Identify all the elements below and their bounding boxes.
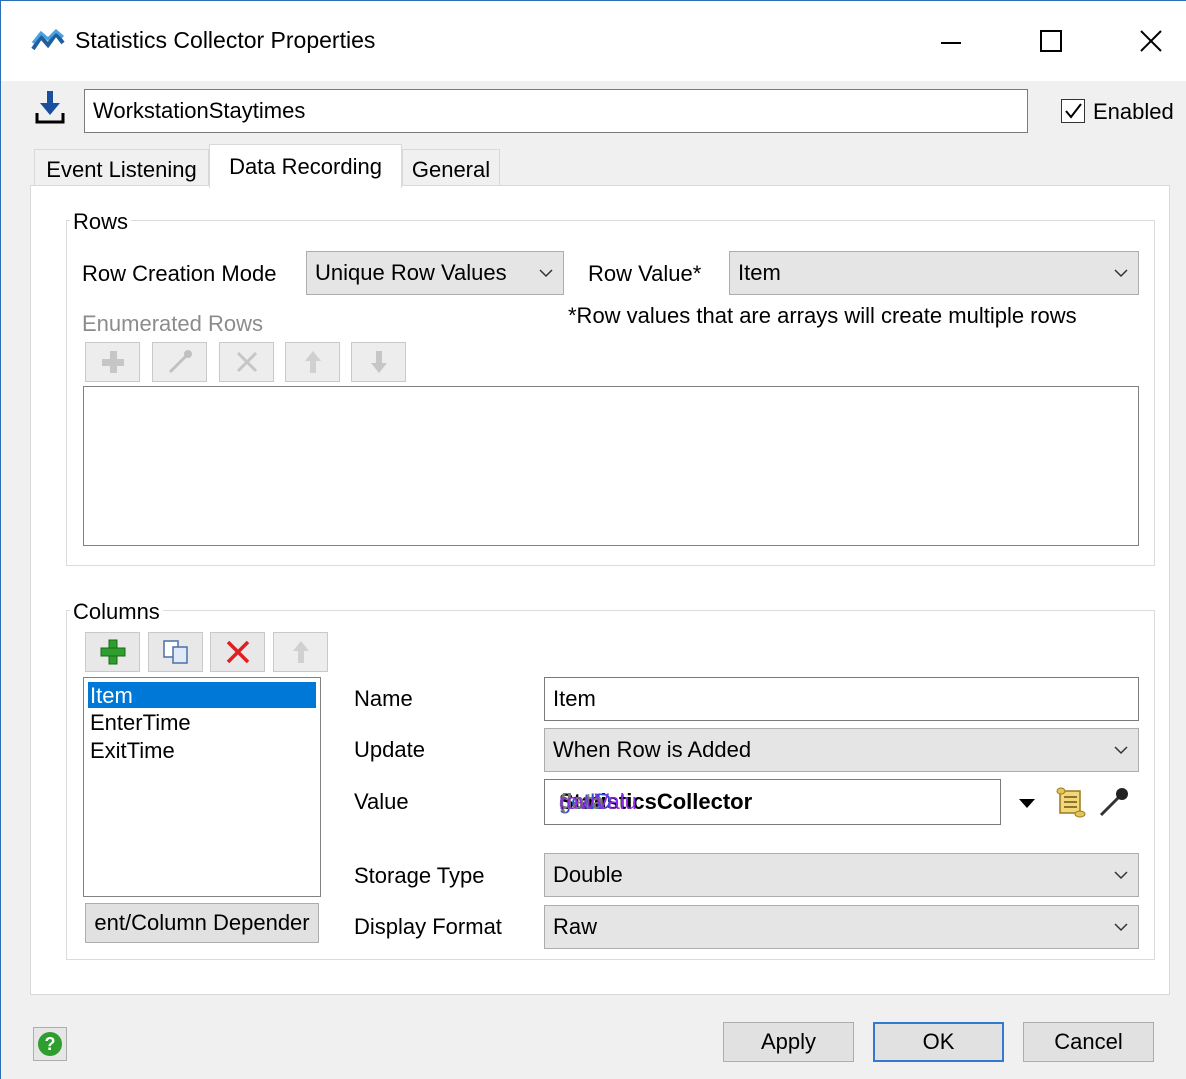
storage-type-select[interactable]: Double	[544, 853, 1139, 897]
chevron-down-icon	[1114, 871, 1128, 880]
eyedropper-icon	[168, 350, 192, 374]
maximize-icon	[1040, 30, 1062, 52]
row-creation-mode-value: Unique Row Values	[315, 260, 507, 285]
collector-download-icon	[35, 91, 65, 124]
update-select[interactable]: When Row is Added	[544, 728, 1139, 772]
maximize-button[interactable]	[1021, 19, 1081, 63]
add-row-button[interactable]	[85, 342, 140, 382]
row-value-value: Item	[738, 260, 781, 285]
eyedropper-icon[interactable]	[1097, 785, 1131, 819]
duplicate-column-button[interactable]	[148, 632, 203, 672]
column-dependencies-button[interactable]: ent/Column Depender	[85, 903, 319, 943]
move-row-up-button[interactable]	[285, 342, 340, 382]
chevron-down-icon	[1114, 923, 1128, 932]
display-format-select[interactable]: Raw	[544, 905, 1139, 949]
svg-text:?: ?	[45, 1034, 56, 1054]
enabled-label[interactable]: Enabled	[1093, 99, 1174, 125]
help-button[interactable]: ?	[33, 1027, 67, 1061]
plus-icon	[101, 351, 124, 373]
row-creation-mode-label: Row Creation Mode	[82, 261, 277, 286]
close-icon	[226, 640, 249, 664]
columns-list[interactable]: Item EnterTime ExitTime	[83, 677, 321, 897]
name-label: Name	[354, 686, 413, 711]
window-title: Statistics Collector Properties	[75, 27, 376, 53]
tab-general-label: General	[411, 156, 491, 182]
ok-button[interactable]: OK	[873, 1022, 1004, 1062]
apply-label: Apply	[760, 1029, 817, 1054]
dialog-window: Statistics Collector Properties Workstat…	[0, 0, 1186, 1079]
column-name-value: Item	[553, 686, 596, 711]
plus-icon	[100, 639, 125, 665]
enumerated-rows-list[interactable]	[83, 386, 1139, 546]
statistics-collector-icon	[31, 29, 65, 51]
close-icon	[1140, 30, 1162, 52]
data-recording-panel: Rows Row Creation Mode Unique Row Values…	[30, 185, 1170, 995]
minimize-icon	[941, 42, 961, 44]
enumerated-rows-label: Enumerated Rows	[82, 311, 263, 336]
tab-event-listening-label: Event Listening	[46, 156, 197, 182]
ok-label: OK	[922, 1029, 955, 1054]
display-format-label: Display Format	[354, 914, 502, 939]
row-value-select[interactable]: Item	[729, 251, 1139, 295]
value-label: Value	[354, 789, 409, 814]
move-column-up-button[interactable]	[273, 632, 328, 672]
enabled-checkbox[interactable]	[1061, 99, 1085, 123]
copy-icon	[162, 640, 188, 664]
tab-data-recording[interactable]: Data Recording	[209, 144, 402, 188]
storage-type-label: Storage Type	[354, 863, 485, 888]
row-value-label: Row Value*	[588, 261, 702, 286]
rows-legend: Rows	[70, 209, 132, 235]
code-token: rowValu	[559, 789, 637, 814]
update-value: When Row is Added	[553, 737, 752, 762]
delete-row-button[interactable]	[219, 342, 274, 382]
chevron-down-icon	[1114, 746, 1128, 755]
list-item[interactable]: EnterTime	[90, 710, 191, 736]
close-icon	[236, 351, 257, 373]
storage-type-value: Double	[553, 862, 623, 887]
object-name-input[interactable]: WorkstationStaytimes	[84, 89, 1028, 133]
list-item[interactable]: Item	[88, 682, 316, 708]
list-item-label: Item	[90, 683, 133, 708]
dropdown-arrow-icon[interactable]	[1017, 795, 1037, 811]
tab-data-recording-label: Data Recording	[229, 153, 382, 179]
delete-column-button[interactable]	[210, 632, 265, 672]
object-name-value: WorkstationStaytimes	[93, 98, 306, 123]
column-name-input[interactable]: Item	[544, 677, 1139, 721]
move-row-down-button[interactable]	[351, 342, 406, 382]
value-code-editor[interactable]: StatisticsCollector. getID(data. rowValu	[544, 779, 1001, 825]
minimize-button[interactable]	[921, 19, 981, 63]
arrow-down-icon	[370, 351, 387, 373]
apply-button[interactable]: Apply	[723, 1022, 854, 1062]
close-button[interactable]	[1121, 19, 1181, 63]
tab-event-listening[interactable]: Event Listening	[34, 149, 209, 189]
pick-row-button[interactable]	[152, 342, 207, 382]
list-item[interactable]: ExitTime	[90, 738, 175, 764]
column-dependencies-label: ent/Column Depender	[94, 910, 310, 935]
checkmark-icon	[1065, 103, 1082, 119]
arrow-up-icon	[292, 641, 309, 663]
tab-general[interactable]: General	[402, 149, 500, 189]
row-creation-mode-select[interactable]: Unique Row Values	[306, 251, 564, 295]
chevron-down-icon	[1114, 269, 1128, 278]
rows-group: Rows Row Creation Mode Unique Row Values…	[66, 209, 1155, 566]
chevron-down-icon	[539, 269, 553, 278]
row-value-note: *Row values that are arrays will create …	[568, 303, 1077, 328]
add-column-button[interactable]	[85, 632, 140, 672]
columns-legend: Columns	[70, 599, 163, 625]
display-format-value: Raw	[553, 914, 598, 939]
update-label: Update	[354, 737, 425, 762]
script-scroll-icon[interactable]	[1055, 785, 1087, 819]
help-icon: ?	[38, 1032, 62, 1056]
cancel-button[interactable]: Cancel	[1023, 1022, 1154, 1062]
arrow-up-icon	[304, 351, 321, 373]
title-bar[interactable]: Statistics Collector Properties	[1, 1, 1186, 81]
columns-group: Columns Item EnterTime ExitTime ent/Colu…	[66, 599, 1155, 960]
cancel-label: Cancel	[1054, 1029, 1123, 1054]
